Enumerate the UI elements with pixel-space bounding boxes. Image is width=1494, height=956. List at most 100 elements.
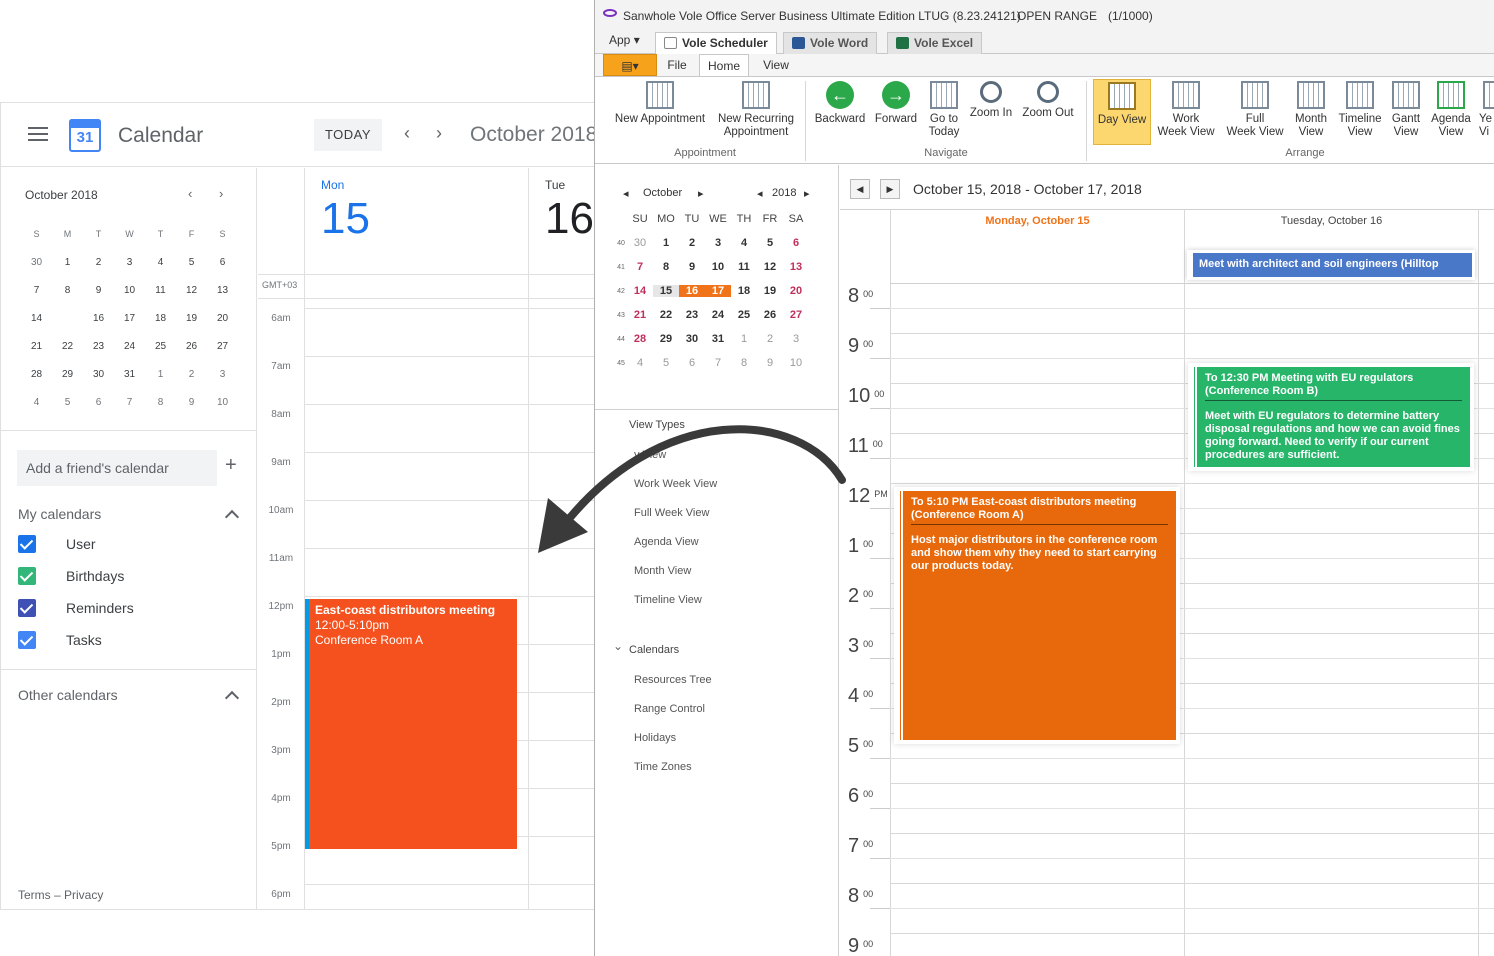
- mini-day[interactable]: 30: [83, 369, 114, 380]
- day-header-tue[interactable]: Tue 16: [529, 168, 595, 274]
- hamburger-menu-icon[interactable]: [28, 127, 48, 141]
- app-menu[interactable]: App ▾: [609, 33, 640, 47]
- event-architect-meeting[interactable]: Meet with architect and soil engineers (…: [1190, 253, 1472, 277]
- view-type-item[interactable]: Month View: [634, 565, 691, 577]
- mini-day[interactable]: 19: [757, 285, 783, 297]
- add-calendar-plus-icon[interactable]: +: [225, 454, 237, 477]
- mini-day[interactable]: 14: [21, 313, 52, 324]
- year-view-button[interactable]: Ye Vi: [1479, 81, 1494, 139]
- mini-day[interactable]: 16: [83, 313, 114, 324]
- mini-day[interactable]: 11: [145, 285, 176, 296]
- collapse-chevron-icon[interactable]: [224, 690, 240, 706]
- tab-vole-excel[interactable]: Vole Excel: [887, 32, 983, 54]
- mini-day[interactable]: 5: [176, 257, 207, 268]
- mini-day[interactable]: 3: [207, 369, 238, 380]
- my-calendars-title[interactable]: My calendars: [18, 506, 101, 522]
- mini-day[interactable]: 28: [627, 333, 653, 345]
- mini-day[interactable]: 1: [52, 257, 83, 268]
- mini-day[interactable]: 21: [21, 341, 52, 352]
- mini-day[interactable]: 28: [21, 369, 52, 380]
- new-appointment-button[interactable]: New Appointment: [611, 81, 709, 126]
- mini-day[interactable]: 20: [783, 285, 809, 297]
- day-header-tuesday[interactable]: Tuesday, October 16: [1185, 215, 1478, 227]
- mini-day[interactable]: 26: [757, 309, 783, 321]
- new-recurring-appointment-button[interactable]: New Recurring Appointment: [715, 81, 797, 139]
- mini-day[interactable]: 7: [21, 285, 52, 296]
- mini-day[interactable]: 25: [731, 309, 757, 321]
- mini-day[interactable]: 10: [705, 261, 731, 273]
- calendar-item[interactable]: Reminders: [18, 598, 134, 618]
- zoom-in-button[interactable]: Zoom In: [967, 81, 1015, 120]
- mini-day[interactable]: 17: [705, 285, 731, 297]
- mini-day[interactable]: 31: [114, 369, 145, 380]
- mini-day[interactable]: 8: [52, 285, 83, 296]
- mini-day[interactable]: 3: [114, 257, 145, 268]
- calendar-tool-item[interactable]: Resources Tree: [634, 674, 712, 686]
- mini-day[interactable]: 24: [114, 341, 145, 352]
- mini-day[interactable]: 2: [757, 333, 783, 345]
- backward-button[interactable]: ← Backward: [813, 81, 867, 126]
- day-header-mon[interactable]: Mon 15: [305, 168, 528, 274]
- mini-day[interactable]: 23: [83, 341, 114, 352]
- event-east-coast-meeting[interactable]: To 5:10 PM East-coast distributors meeti…: [898, 491, 1176, 740]
- mini-day[interactable]: 3: [705, 237, 731, 249]
- checkbox-icon[interactable]: [18, 535, 36, 553]
- mini-day[interactable]: 4: [145, 257, 176, 268]
- month-view-button[interactable]: Month View: [1291, 81, 1331, 139]
- mini-day[interactable]: 15: [653, 285, 679, 297]
- mini-day[interactable]: 18: [731, 285, 757, 297]
- mini-day[interactable]: 12: [757, 261, 783, 273]
- mini-day[interactable]: 9: [679, 261, 705, 273]
- mini-day[interactable]: 29: [52, 369, 83, 380]
- agenda-view-button[interactable]: Agenda View: [1429, 81, 1473, 139]
- mini-day[interactable]: 6: [207, 257, 238, 268]
- collapse-chevron-icon[interactable]: [224, 509, 240, 525]
- mini-day[interactable]: 25: [145, 341, 176, 352]
- mini-day[interactable]: 22: [52, 341, 83, 352]
- event-east-coast-meeting[interactable]: East-coast distributors meeting 12:00-5:…: [305, 599, 517, 849]
- checkbox-icon[interactable]: [18, 599, 36, 617]
- mini-day[interactable]: 7: [627, 261, 653, 273]
- work-week-view-button[interactable]: Work Week View: [1153, 81, 1219, 139]
- mini-prev-month-icon[interactable]: ◂: [623, 187, 629, 200]
- mini-day[interactable]: 19: [176, 313, 207, 324]
- view-type-item[interactable]: Full Week View: [634, 507, 709, 519]
- backstage-menu-button[interactable]: ▤▾: [603, 54, 657, 76]
- mini-day[interactable]: 7: [705, 357, 731, 369]
- mini-day[interactable]: 8: [653, 261, 679, 273]
- mini-day[interactable]: 6: [783, 237, 809, 249]
- ribbon-tab-home[interactable]: Home: [699, 54, 749, 76]
- mini-day[interactable]: 2: [83, 257, 114, 268]
- mini-next-month-icon[interactable]: ▸: [698, 187, 704, 200]
- mini-next-year-icon[interactable]: ▸: [804, 187, 810, 200]
- tab-vole-word[interactable]: Vole Word: [783, 32, 878, 54]
- ribbon-tab-file[interactable]: File: [657, 54, 697, 76]
- mini-day[interactable]: 10: [207, 397, 238, 408]
- mini-day[interactable]: 1: [731, 333, 757, 345]
- mini-day[interactable]: 5: [653, 357, 679, 369]
- checkbox-icon[interactable]: [18, 567, 36, 585]
- calendars-header[interactable]: Calendars: [629, 644, 679, 656]
- next-week-icon[interactable]: ›: [436, 123, 442, 144]
- timeline-view-button[interactable]: Timeline View: [1335, 81, 1385, 139]
- mini-day[interactable]: 23: [679, 309, 705, 321]
- mini-day[interactable]: 21: [627, 309, 653, 321]
- full-week-view-button[interactable]: Full Week View: [1221, 81, 1289, 139]
- mini-day[interactable]: 27: [783, 309, 809, 321]
- calendar-item[interactable]: Birthdays: [18, 566, 124, 586]
- calendar-item[interactable]: User: [18, 534, 96, 554]
- mini-day[interactable]: 13: [783, 261, 809, 273]
- mini-day[interactable]: 9: [176, 397, 207, 408]
- calendar-tool-item[interactable]: Time Zones: [634, 761, 692, 773]
- view-type-item[interactable]: Timeline View: [634, 594, 702, 606]
- calendar-tool-item[interactable]: Holidays: [634, 732, 676, 744]
- mini-day[interactable]: 4: [21, 397, 52, 408]
- mini-day[interactable]: 5: [757, 237, 783, 249]
- mini-prev-year-icon[interactable]: ◂: [757, 187, 763, 200]
- mini-day[interactable]: 24: [705, 309, 731, 321]
- mini-day[interactable]: 5: [52, 397, 83, 408]
- view-types-header[interactable]: View Types: [629, 419, 685, 431]
- mini-day[interactable]: 30: [21, 257, 52, 268]
- view-type-item[interactable]: y View: [634, 449, 666, 461]
- other-calendars-title[interactable]: Other calendars: [18, 687, 118, 703]
